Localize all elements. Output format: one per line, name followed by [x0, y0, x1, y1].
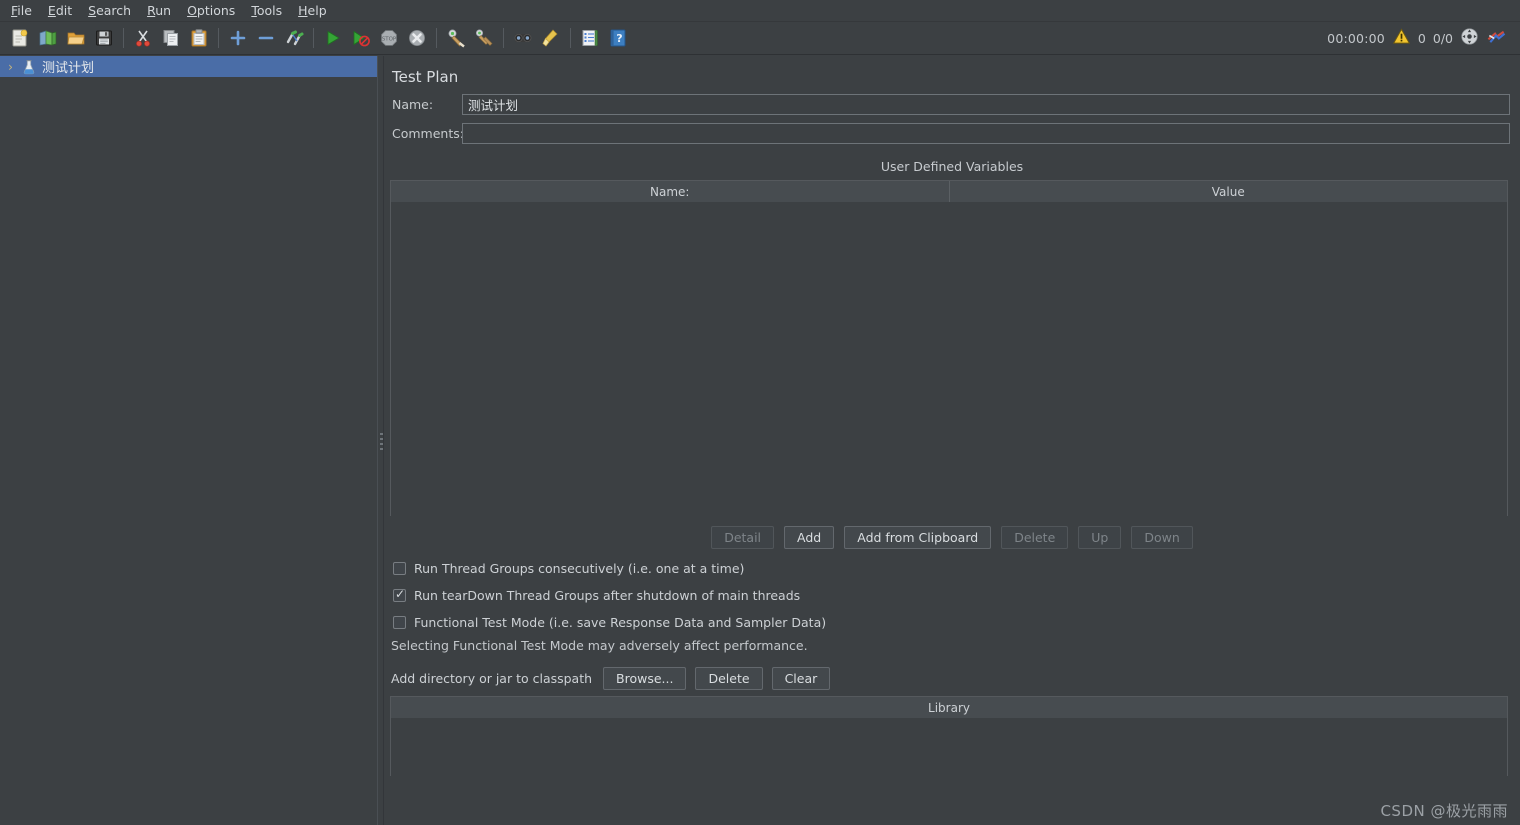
menu-tools[interactable]: Tools — [244, 1, 289, 21]
up-button[interactable]: Up — [1078, 526, 1122, 549]
table-header-row: Name: Value — [391, 181, 1507, 202]
detail-button[interactable]: Detail — [711, 526, 775, 549]
run-teardown-thread-groups-row[interactable]: Run tearDown Thread Groups after shutdow… — [384, 582, 1520, 609]
menu-bar: File Edit Search Run Options Tools Help — [0, 0, 1520, 22]
toolbar-separator — [123, 28, 124, 48]
templates-icon[interactable] — [35, 25, 61, 51]
svg-text:STOP: STOP — [382, 36, 397, 42]
tree-item-label: 测试计划 — [42, 61, 95, 76]
user-defined-variables-table[interactable]: Name: Value — [390, 180, 1508, 516]
functional-mode-hint: Selecting Functional Test Mode may adver… — [391, 638, 808, 653]
classpath-delete-button[interactable]: Delete — [695, 667, 763, 690]
library-table[interactable]: Library — [390, 696, 1508, 776]
toolbar-status: 00:00:00 0 0/0 — [1327, 27, 1514, 49]
functional-test-mode-label: Functional Test Mode (i.e. save Response… — [414, 615, 827, 630]
start-no-pauses-icon[interactable] — [348, 25, 374, 51]
add-from-clipboard-button[interactable]: Add from Clipboard — [844, 526, 992, 549]
library-header-row: Library — [391, 697, 1507, 718]
split-divider[interactable] — [377, 56, 384, 825]
comments-field-row: Comments: — [384, 119, 1520, 148]
help-icon[interactable]: ? — [605, 25, 631, 51]
column-header-value[interactable]: Value — [950, 181, 1508, 202]
library-table-body — [391, 718, 1507, 776]
menu-edit[interactable]: Edit — [41, 1, 79, 21]
new-icon[interactable] — [7, 25, 33, 51]
run-teardown-label: Run tearDown Thread Groups after shutdow… — [414, 588, 801, 603]
toolbar-separator — [503, 28, 504, 48]
classpath-label: Add directory or jar to classpath — [391, 671, 593, 686]
warning-triangle-icon[interactable] — [1392, 27, 1411, 49]
clear-icon[interactable] — [443, 25, 469, 51]
classpath-row: Add directory or jar to classpath Browse… — [384, 659, 1520, 696]
test-plan-tree[interactable]: › 测试计划 — [0, 56, 377, 825]
test-plan-editor: Test Plan Name: Comments: User Defined V… — [384, 56, 1520, 825]
toolbar-separator — [570, 28, 571, 48]
browse-button[interactable]: Browse... — [603, 667, 687, 690]
jmeter-logo-icon[interactable] — [1486, 27, 1506, 49]
menu-search[interactable]: Search — [81, 1, 138, 21]
menu-help[interactable]: Help — [291, 1, 334, 21]
svg-text:?: ? — [616, 32, 622, 45]
tree-item-test-plan[interactable]: › 测试计划 — [0, 56, 377, 77]
functional-test-mode-row[interactable]: Functional Test Mode (i.e. save Response… — [384, 609, 1520, 636]
column-header-library[interactable]: Library — [391, 697, 1507, 718]
user-defined-variables-title: User Defined Variables — [880, 159, 1024, 174]
name-label: Name: — [392, 97, 434, 112]
name-field-row: Name: — [384, 90, 1520, 119]
warning-count: 0 — [1417, 30, 1426, 46]
clear-all-icon[interactable] — [471, 25, 497, 51]
menu-file[interactable]: File — [4, 1, 39, 21]
toolbar-separator — [313, 28, 314, 48]
test-plan-icon — [19, 58, 39, 75]
start-icon[interactable] — [320, 25, 346, 51]
run-consecutively-label: Run Thread Groups consecutively (i.e. on… — [414, 561, 745, 576]
toolbar-separator — [436, 28, 437, 48]
comments-label: Comments: — [392, 126, 464, 141]
toolbar-separator — [218, 28, 219, 48]
toolbar: STOP ? 00:00:00 0 0/0 — [0, 22, 1520, 55]
paste-icon[interactable] — [186, 25, 212, 51]
save-icon[interactable] — [91, 25, 117, 51]
add-button[interactable]: Add — [784, 526, 835, 549]
split-pane: › 测试计划 Test Plan Name: Comments: User De… — [0, 56, 1520, 825]
open-icon[interactable] — [63, 25, 89, 51]
copy-icon[interactable] — [158, 25, 184, 51]
down-button[interactable]: Down — [1131, 526, 1193, 549]
remote-engines-icon[interactable] — [1460, 27, 1479, 49]
toggle-icon[interactable] — [281, 25, 307, 51]
thread-count: 0/0 — [1432, 30, 1453, 46]
elapsed-time: 00:00:00 — [1327, 30, 1385, 46]
divider-grip-icon — [380, 433, 383, 451]
shutdown-icon[interactable] — [404, 25, 430, 51]
run-consecutively-checkbox[interactable] — [393, 562, 406, 575]
expand-all-icon[interactable] — [225, 25, 251, 51]
collapse-all-icon[interactable] — [253, 25, 279, 51]
name-input[interactable] — [462, 94, 1510, 115]
cut-icon[interactable] — [130, 25, 156, 51]
search-icon[interactable] — [510, 25, 536, 51]
page-title: Test Plan — [392, 68, 459, 86]
column-header-name[interactable]: Name: — [391, 181, 950, 202]
chevron-right-icon[interactable]: › — [2, 61, 19, 73]
table-body — [391, 202, 1507, 516]
functional-test-mode-checkbox[interactable] — [393, 616, 406, 629]
stop-icon[interactable]: STOP — [376, 25, 402, 51]
run-thread-groups-consecutively-row[interactable]: Run Thread Groups consecutively (i.e. on… — [384, 555, 1520, 582]
comments-input[interactable] — [462, 123, 1510, 144]
delete-button[interactable]: Delete — [1001, 526, 1069, 549]
reset-search-icon[interactable] — [538, 25, 564, 51]
run-teardown-checkbox[interactable] — [393, 587, 406, 602]
menu-run[interactable]: Run — [140, 1, 178, 21]
udv-button-row: Detail Add Add from Clipboard Delete Up … — [384, 516, 1520, 555]
classpath-clear-button[interactable]: Clear — [771, 667, 831, 690]
function-helper-icon[interactable] — [577, 25, 603, 51]
menu-options[interactable]: Options — [180, 1, 242, 21]
